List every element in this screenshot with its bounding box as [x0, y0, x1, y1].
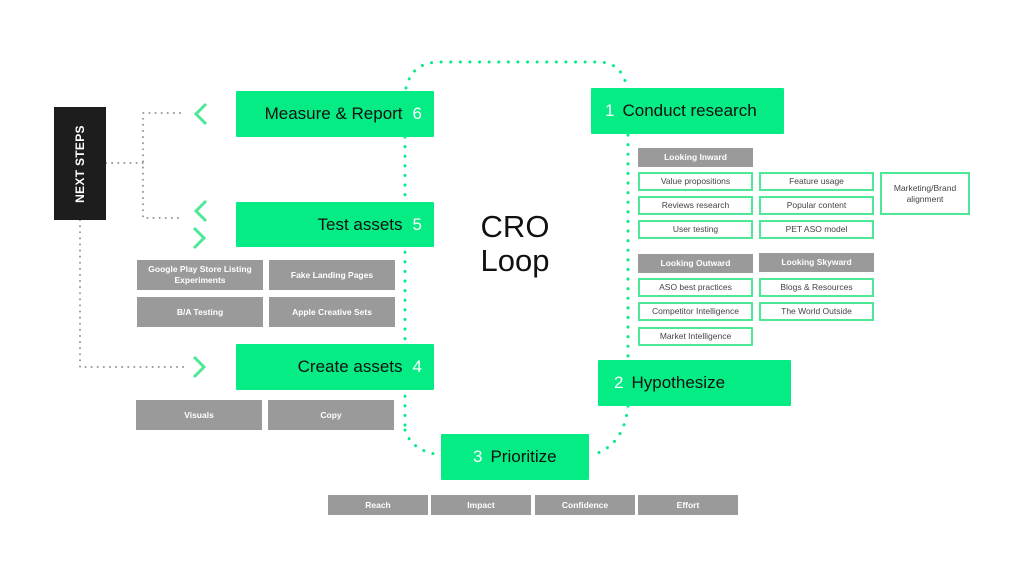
loop-bottom-left: [403, 428, 444, 457]
research-item: The World Outside: [759, 302, 874, 321]
step-measure-report[interactable]: Measure & Report 6: [236, 91, 434, 137]
research-item: Blogs & Resources: [759, 278, 874, 297]
step-label: Create assets: [297, 357, 403, 376]
research-header-outward: Looking Outward: [638, 254, 753, 273]
step-number: 1: [605, 101, 615, 120]
step-label: Measure & Report: [264, 104, 403, 123]
research-item: Competitor Intelligence: [638, 302, 753, 321]
chevron-left-icon: [193, 199, 208, 223]
prioritize-item: Reach: [328, 495, 428, 515]
research-item: Market Intelligence: [638, 327, 753, 346]
step-number: 5: [412, 214, 422, 234]
research-header-skyward: Looking Skyward: [759, 253, 874, 272]
test-item: Google Play Store Listing Experiments: [137, 260, 263, 290]
step-hypothesize[interactable]: 2 Hypothesize: [598, 360, 791, 406]
create-item: Visuals: [136, 400, 262, 430]
loop-arc-top: [404, 60, 629, 90]
chevron-right-icon: [192, 226, 207, 250]
research-item: Reviews research: [638, 196, 753, 215]
cro-loop-title: CRO Loop: [455, 210, 575, 278]
chevron-left-icon: [193, 102, 208, 126]
test-item: Fake Landing Pages: [269, 260, 395, 290]
prioritize-item: Impact: [431, 495, 531, 515]
research-item: User testing: [638, 220, 753, 239]
step-number: 4: [412, 357, 422, 376]
test-item: B/A Testing: [137, 297, 263, 327]
research-item: PET ASO model: [759, 220, 874, 239]
step-number: 6: [412, 104, 422, 123]
step-label: Prioritize: [490, 447, 557, 466]
research-header-inward: Looking Inward: [638, 148, 753, 167]
title-line-1: CRO: [480, 209, 550, 244]
research-item: Popular content: [759, 196, 874, 215]
title-line-2: Loop: [480, 243, 550, 278]
research-item-brand: Marketing/Brand alignment: [880, 172, 970, 215]
prioritize-item: Confidence: [535, 495, 635, 515]
loop-bottom-right: [590, 404, 630, 457]
research-item: ASO best practices: [638, 278, 753, 297]
next-steps-box: NEXT STEPS: [54, 107, 106, 220]
prioritize-item: Effort: [638, 495, 738, 515]
step-prioritize[interactable]: 3 Prioritize: [441, 434, 589, 480]
step-number: 2: [614, 373, 624, 392]
create-item: Copy: [268, 400, 394, 430]
step-create-assets[interactable]: Create assets 4: [236, 344, 434, 390]
step-label: Test assets: [317, 214, 403, 234]
next-steps-label: NEXT STEPS: [73, 124, 87, 203]
step-test-assets[interactable]: Test assets 5: [236, 202, 434, 247]
step-number: 3: [473, 447, 483, 466]
next-steps-to-measure: [142, 112, 181, 219]
step-conduct-research[interactable]: 1 Conduct research: [591, 88, 784, 134]
chevron-right-icon: [192, 355, 207, 379]
next-steps-to-create: [79, 219, 187, 368]
research-item: Value propositions: [638, 172, 753, 191]
step-label: Hypothesize: [631, 373, 726, 392]
test-item: Apple Creative Sets: [269, 297, 395, 327]
step-label: Conduct research: [622, 101, 757, 120]
research-item: Feature usage: [759, 172, 874, 191]
